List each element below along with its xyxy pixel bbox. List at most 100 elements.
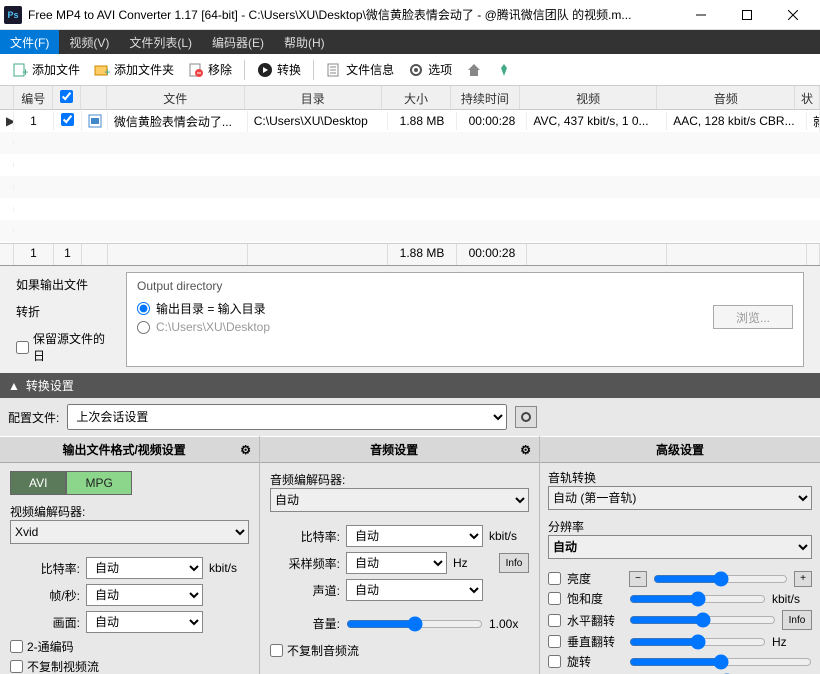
vflip-checkbox[interactable]	[548, 635, 561, 648]
menu-video[interactable]: 视频(V)	[59, 30, 119, 54]
plus-button[interactable]: +	[794, 571, 812, 587]
grid-footer: 1 1 1.88 MB 00:00:28	[0, 243, 820, 265]
svg-text:+: +	[22, 65, 28, 78]
col-file-header[interactable]: 文件	[107, 86, 245, 109]
row-checkbox[interactable]	[61, 113, 74, 126]
fps-select[interactable]: 自动	[86, 584, 203, 606]
header-checkbox[interactable]	[60, 90, 73, 103]
output-label-1: 如果输出文件	[16, 276, 116, 293]
tab-avi[interactable]: AVI	[10, 471, 66, 495]
add-folder-icon: +	[94, 62, 110, 78]
rotate-slider[interactable]	[629, 654, 812, 670]
saturation-checkbox[interactable]	[548, 592, 561, 605]
vcodec-label: 视频编解码器:	[10, 503, 249, 520]
hflip-checkbox[interactable]	[548, 614, 561, 627]
radio-same-label: 输出目录 = 输入目录	[156, 300, 266, 317]
footer-count1: 1	[14, 244, 54, 265]
menu-file[interactable]: 文件(F)	[0, 30, 59, 54]
col-size-header[interactable]: 大小	[382, 86, 451, 109]
aspect-select[interactable]: 自动	[86, 611, 203, 633]
track-select[interactable]: 自动 (第一音轨)	[548, 486, 812, 510]
empty-row	[0, 220, 820, 242]
twopass-checkbox[interactable]	[10, 640, 23, 653]
output-left-labels: 如果输出文件 转折 保留源文件的日	[16, 272, 116, 367]
file-info-button[interactable]: 文件信息	[320, 58, 400, 81]
acodec-label: 音频编解码器:	[270, 471, 529, 488]
gear-icon[interactable]: ⚙	[240, 443, 251, 457]
svg-text:+: +	[104, 65, 110, 78]
menu-help[interactable]: 帮助(H)	[274, 30, 335, 54]
info-button[interactable]: Info	[499, 553, 529, 573]
tab-mpg[interactable]: MPG	[66, 471, 131, 495]
col-dir-header[interactable]: 目录	[245, 86, 383, 109]
pin-button[interactable]	[490, 59, 518, 81]
brightness-slider[interactable]	[653, 571, 788, 587]
grid-header: 编号 文件 目录 大小 持续时间 视频 音频 状态	[0, 86, 820, 110]
table-row[interactable]: ▶ 1 微信黄脸表情会动了... C:\Users\XU\Desktop 1.8…	[0, 110, 820, 132]
output-radio-same[interactable]: 输出目录 = 输入目录	[137, 300, 713, 317]
vcodec-select[interactable]: Xvid	[10, 520, 249, 544]
vbitrate-select[interactable]: 自动	[86, 557, 203, 579]
config-select[interactable]: 上次会话设置	[67, 404, 507, 430]
browse-button[interactable]: 浏览...	[713, 305, 793, 329]
close-button[interactable]	[770, 0, 816, 30]
saturation-slider[interactable]	[629, 591, 766, 607]
info-button-2[interactable]: Info	[782, 610, 812, 630]
minimize-button[interactable]	[678, 0, 724, 30]
nocopy-audio-checkbox[interactable]	[270, 644, 283, 657]
sample-select[interactable]: 自动	[346, 552, 447, 574]
minus-button[interactable]: −	[629, 571, 647, 587]
file-type-icon	[82, 112, 108, 130]
col-video-header[interactable]: 视频	[520, 86, 658, 109]
add-folder-button[interactable]: + 添加文件夹	[88, 58, 180, 81]
options-label: 选项	[428, 61, 452, 78]
menubar: 文件(F) 视频(V) 文件列表(L) 编码器(E) 帮助(H)	[0, 30, 820, 54]
abitrate-select[interactable]: 自动	[346, 525, 483, 547]
config-gear-button[interactable]	[515, 406, 537, 428]
window-title: Free MP4 to AVI Converter 1.17 [64-bit] …	[28, 6, 678, 23]
remove-button[interactable]: 移除	[182, 58, 238, 81]
add-folder-label: 添加文件夹	[114, 61, 174, 78]
home-button[interactable]	[460, 59, 488, 81]
convert-button[interactable]: 转换	[251, 58, 307, 81]
output-dir-title: Output directory	[137, 279, 793, 293]
radio-custom-dir[interactable]	[137, 321, 150, 334]
gear-icon[interactable]: ⚙	[520, 443, 531, 457]
file-info-label: 文件信息	[346, 61, 394, 78]
volume-slider[interactable]	[346, 616, 483, 632]
radio-same-dir[interactable]	[137, 302, 150, 315]
grid-body[interactable]: ▶ 1 微信黄脸表情会动了... C:\Users\XU\Desktop 1.8…	[0, 110, 820, 243]
advanced-pane-title: 高级设置	[540, 436, 820, 463]
file-grid: 编号 文件 目录 大小 持续时间 视频 音频 状态 ▶ 1 微信黄脸表情会动了.…	[0, 86, 820, 266]
collapse-arrow-icon: ▲	[8, 379, 20, 393]
cell-status: 就绪	[807, 111, 820, 132]
nocopy-video-checkbox[interactable]	[10, 660, 23, 673]
empty-row	[0, 132, 820, 154]
channel-select[interactable]: 自动	[346, 579, 483, 601]
menu-filelist[interactable]: 文件列表(L)	[119, 30, 202, 54]
col-status-header[interactable]: 状态	[795, 86, 820, 109]
settings-bar[interactable]: ▲ 转换设置	[0, 373, 820, 398]
resolution-select[interactable]: 自动	[548, 535, 812, 559]
col-audio-header[interactable]: 音频	[657, 86, 795, 109]
acodec-select[interactable]: 自动	[270, 488, 529, 512]
fps-label: 帧/秒:	[10, 587, 80, 604]
home-icon	[466, 62, 482, 78]
col-check-header[interactable]	[53, 86, 81, 109]
col-num-header[interactable]: 编号	[14, 86, 53, 109]
lower-panes: 输出文件格式/视频设置 ⚙ AVI MPG 视频编解码器: Xvid 比特率: …	[0, 436, 820, 674]
footer-duration: 00:00:28	[457, 244, 527, 265]
menu-encoder[interactable]: 编码器(E)	[202, 30, 274, 54]
output-radio-custom[interactable]: C:\Users\XU\Desktop	[137, 320, 713, 334]
options-button[interactable]: 选项	[402, 58, 458, 81]
keep-source-checkbox[interactable]	[16, 341, 29, 354]
add-file-button[interactable]: + 添加文件	[6, 58, 86, 81]
brightness-checkbox[interactable]	[548, 572, 561, 585]
hflip-slider[interactable]	[629, 612, 776, 628]
maximize-button[interactable]	[724, 0, 770, 30]
volume-label: 音量:	[270, 615, 340, 632]
vflip-slider[interactable]	[629, 634, 766, 650]
col-duration-header[interactable]: 持续时间	[451, 86, 520, 109]
rotate-checkbox[interactable]	[548, 655, 561, 668]
channel-label: 声道:	[270, 582, 340, 599]
